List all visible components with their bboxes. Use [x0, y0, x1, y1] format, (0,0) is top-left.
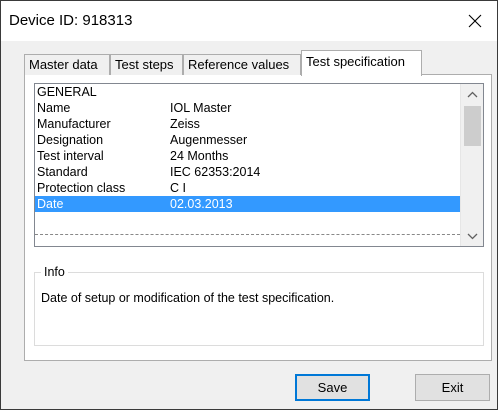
list-item-selected[interactable]: Date 02.03.2013	[35, 196, 460, 212]
list-item-value: IOL Master	[170, 101, 232, 115]
window-title: Device ID: 918313	[9, 12, 133, 29]
list-item[interactable]: Manufacturer Zeiss	[35, 116, 460, 132]
tab-reference-values[interactable]: Reference values	[183, 54, 301, 75]
list-item-value: Augenmesser	[170, 133, 248, 147]
scroll-up-button[interactable]	[461, 84, 483, 104]
tab-master-data[interactable]: Master data	[24, 54, 110, 75]
tab-test-steps[interactable]: Test steps	[110, 54, 183, 75]
list-item[interactable]: GENERAL	[35, 84, 460, 100]
scroll-down-button[interactable]	[461, 226, 483, 246]
specification-list-content: GENERAL Name IOL Master Manufacturer Zei…	[35, 84, 460, 246]
save-button[interactable]: Save	[295, 374, 370, 401]
device-dialog: Device ID: 918313 Master data Test steps…	[0, 0, 498, 410]
list-item-key: Designation	[37, 133, 104, 147]
list-item-key: Protection class	[37, 181, 126, 195]
list-item[interactable]: Protection class C I	[35, 180, 460, 196]
list-item-key: GENERAL	[37, 85, 97, 99]
list-item-key: Date	[37, 197, 64, 211]
list-item-value: Zeiss	[170, 117, 200, 131]
title-bar: Device ID: 918313	[1, 1, 497, 41]
list-item-key: Name	[37, 101, 71, 115]
exit-button[interactable]: Exit	[415, 374, 490, 401]
list-item-key: Test interval	[37, 149, 104, 163]
list-item-value: IEC 62353:2014	[170, 165, 261, 179]
scroll-thumb[interactable]	[464, 106, 481, 146]
info-label: Info	[41, 265, 68, 279]
list-item[interactable]: Standard IEC 62353:2014	[35, 164, 460, 180]
list-item-value: 24 Months	[170, 149, 229, 163]
specification-list[interactable]: GENERAL Name IOL Master Manufacturer Zei…	[34, 83, 484, 247]
list-item-value: 02.03.2013	[170, 197, 233, 211]
list-item[interactable]: Test interval 24 Months	[35, 148, 460, 164]
info-group: Info Date of setup or modification of th…	[34, 265, 484, 346]
chevron-down-icon	[467, 233, 478, 239]
list-separator	[35, 234, 460, 235]
info-text: Date of setup or modification of the tes…	[41, 291, 335, 305]
list-item-key: Manufacturer	[37, 117, 111, 131]
tab-test-specification[interactable]: Test specification	[301, 50, 422, 76]
list-item-key: Standard	[37, 165, 88, 179]
list-item-value: C I	[170, 181, 186, 195]
chevron-up-icon	[467, 91, 478, 97]
vertical-scrollbar[interactable]	[460, 84, 483, 246]
close-button[interactable]	[453, 1, 497, 41]
close-icon	[468, 14, 482, 28]
list-item[interactable]: Name IOL Master	[35, 100, 460, 116]
list-item[interactable]: Designation Augenmesser	[35, 132, 460, 148]
